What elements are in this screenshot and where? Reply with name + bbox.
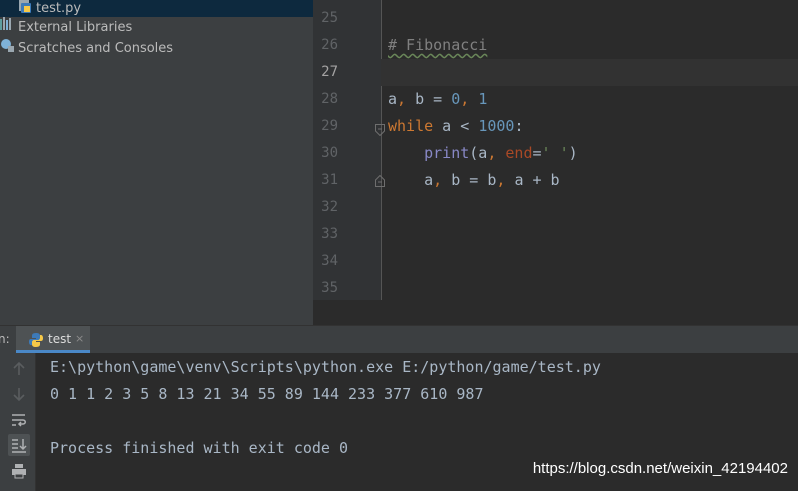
code-line-31: a, b = b, a + b [424, 171, 560, 189]
run-toolbar [0, 353, 36, 491]
code-line-28: a, b = 0, 1 [388, 90, 488, 108]
code-line-29: while a < 1000: [388, 117, 524, 135]
keyword-token: while [388, 117, 434, 135]
run-label: n: [0, 332, 10, 346]
line-number: 25 [321, 10, 338, 26]
console-line-command: E:\python\game\venv\Scripts\python.exe E… [50, 358, 601, 376]
line-number: 28 [321, 91, 338, 107]
code-line-30: print(a, end=' ') [424, 144, 578, 162]
project-item-scratches[interactable]: Scratches and Consoles [0, 38, 173, 58]
project-panel: test.py External Libraries Scratches and… [0, 0, 313, 325]
libraries-icon [0, 17, 14, 38]
down-arrow-icon[interactable] [8, 383, 30, 405]
line-number: 35 [321, 280, 338, 296]
line-number-current: 27 [321, 64, 338, 80]
console-line-exit: Process finished with exit code 0 [50, 439, 349, 457]
line-number: 29 [321, 118, 338, 134]
scroll-to-end-icon[interactable] [8, 434, 30, 456]
project-item-label: External Libraries [18, 20, 133, 35]
watermark: https://blog.csdn.net/weixin_42194402 [532, 460, 788, 477]
print-icon[interactable] [8, 460, 30, 482]
scratches-icon [0, 38, 14, 59]
project-item-test-py[interactable]: test.py [0, 0, 313, 17]
line-number: 30 [321, 145, 338, 161]
project-item-label: test.py [36, 1, 82, 16]
editor-bottom-area [313, 300, 798, 325]
run-panel-header: n: test × [0, 325, 798, 353]
current-line-highlight [381, 59, 798, 86]
gutter-divider [381, 0, 382, 300]
line-number: 26 [321, 37, 338, 53]
project-item-external-libraries[interactable]: External Libraries [0, 17, 132, 37]
fold-end-icon[interactable] [375, 172, 385, 187]
soft-wrap-icon[interactable] [8, 409, 30, 431]
run-tab-label: test [48, 332, 72, 346]
console-line-output: 0 1 1 2 3 5 8 13 21 34 55 89 144 233 377… [50, 385, 484, 403]
python-icon [29, 332, 43, 351]
up-arrow-icon[interactable] [8, 358, 30, 380]
comment-token: # Fibonacci [388, 36, 488, 54]
close-icon[interactable]: × [75, 326, 84, 352]
line-number: 34 [321, 253, 338, 269]
code-editor[interactable]: 25 26 27 28 29 30 31 32 33 34 35 # Fibon… [313, 0, 798, 325]
builtin-token: print [424, 144, 470, 162]
line-number: 33 [321, 226, 338, 242]
line-number: 31 [321, 172, 338, 188]
run-tab-test[interactable]: test × [16, 326, 90, 353]
fold-open-icon[interactable] [375, 121, 385, 137]
project-item-label: Scratches and Consoles [18, 41, 174, 56]
string-token: ' ' [541, 144, 569, 162]
code-line-26: # Fibonacci [388, 32, 487, 59]
line-number: 32 [321, 199, 338, 215]
